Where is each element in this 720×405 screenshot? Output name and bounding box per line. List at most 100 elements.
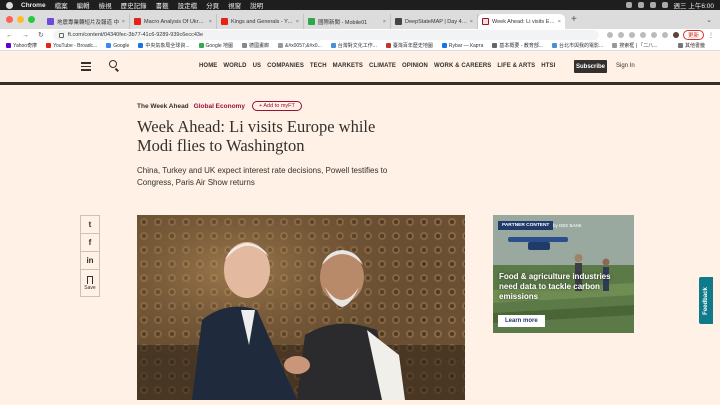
share-toolbar: t f in Save [80, 215, 100, 297]
facebook-share-icon[interactable]: f [81, 234, 99, 252]
nav-climate[interactable]: CLIMATE [369, 63, 396, 69]
google-lens-icon[interactable] [606, 32, 613, 38]
bookmark-favicon-icon [198, 43, 204, 48]
bookmark-item[interactable]: &#x0057;&#x0... [278, 43, 322, 49]
browser-tab[interactable]: 地震專業轉短片及報道 中 × [43, 14, 130, 29]
lock-icon[interactable] [58, 32, 64, 38]
chrome-update-button[interactable]: 更新 [682, 30, 704, 40]
menu-clock[interactable]: 週三 上午6:00 [674, 0, 714, 10]
nav-us[interactable]: US [253, 63, 262, 69]
bookmark-item[interactable]: 搜索框 | 「二八... [612, 42, 657, 49]
bookmark-favicon-icon [492, 43, 498, 48]
extension-icon[interactable] [639, 32, 646, 38]
reload-icon[interactable]: ↻ [38, 31, 44, 39]
puzzle-icon[interactable] [650, 32, 657, 38]
search-icon[interactable] [109, 60, 117, 68]
menu-tab[interactable]: 分頁 [206, 0, 219, 10]
browser-tab[interactable]: Kings and Generals - YouTube × [217, 14, 304, 29]
browser-tab-active[interactable]: Week Ahead: Li visits Europe w × [478, 14, 565, 29]
bookmark-favicon-icon [6, 43, 11, 48]
menu-profiles[interactable]: 設定檔 [178, 0, 198, 10]
battery-icon[interactable] [649, 2, 656, 8]
bookmark-item[interactable]: 臺灣百年歷史地圖 [385, 42, 433, 49]
learn-more-button[interactable]: Learn more [498, 315, 545, 327]
bookmark-item[interactable]: Yahoo奇摩 [6, 42, 37, 49]
address-bar[interactable]: ft.com/content/04340fec-3b77-41c6-9289-9… [52, 30, 599, 40]
browser-tab[interactable]: DeepStateMAP | Day 481 | Map × [391, 14, 478, 29]
tab-favicon-icon [395, 18, 402, 25]
back-arrow-icon[interactable]: ← [6, 32, 13, 39]
twitter-share-icon[interactable]: t [81, 216, 99, 234]
apple-icon[interactable] [6, 1, 13, 9]
menu-file[interactable]: 檔案 [55, 0, 68, 10]
feedback-tab[interactable]: Feedback [699, 277, 713, 324]
sidepanel-icon[interactable] [661, 32, 668, 38]
nav-tech[interactable]: TECH [310, 63, 327, 69]
nav-companies[interactable]: COMPANIES [267, 63, 304, 69]
new-tab-icon[interactable]: + [571, 14, 577, 25]
more-menu-icon[interactable]: ⋮ [708, 32, 714, 39]
linkedin-share-icon[interactable]: in [81, 252, 99, 270]
menu-edit[interactable]: 編輯 [77, 0, 90, 10]
tab-close-icon[interactable]: × [558, 19, 561, 25]
menu-help[interactable]: 說明 [250, 0, 263, 10]
menu-bookmarks[interactable]: 書籤 [156, 0, 169, 10]
tab-close-icon[interactable]: × [470, 19, 473, 25]
bookmark-item[interactable]: Rybar — Карта [441, 43, 483, 49]
sign-in-link[interactable]: Sign In [616, 63, 635, 69]
other-bookmarks[interactable]: 其他書籤 [677, 42, 705, 49]
bookmark-item[interactable]: 德國畫廊 [242, 42, 269, 49]
bookmark-item[interactable]: Google 地圖 [198, 42, 233, 49]
tab-close-icon[interactable]: × [383, 19, 386, 25]
close-window-button[interactable] [6, 16, 13, 23]
tab-search-chevron-icon[interactable]: ⌄ [706, 16, 712, 24]
menu-history[interactable]: 歷史記錄 [121, 0, 147, 10]
partner-content-ad[interactable]: PARTNER CONTENT by DBS BANK Food & agric… [493, 215, 634, 333]
bookmarks-bar: Yahoo奇摩 YouTube - Broadc... Google 中央氣象局… [0, 41, 720, 51]
browser-tab[interactable]: Macro Analysis Of Ukraine's Sit × [130, 14, 217, 29]
menu-view[interactable]: 檢視 [99, 0, 112, 10]
menu-window[interactable]: 視窗 [228, 0, 241, 10]
bookmark-item[interactable]: 台北市與我的電影... [552, 42, 603, 49]
menu-hamburger-icon[interactable] [81, 62, 91, 73]
nav-markets[interactable]: MARKETS [333, 63, 363, 69]
tab-close-icon[interactable]: × [209, 19, 212, 25]
search-spotlight-icon[interactable] [661, 2, 668, 8]
nav-life-arts[interactable]: LIFE & ARTS [497, 63, 535, 69]
share-icon[interactable] [617, 32, 624, 38]
nav-htsi[interactable]: HTSI [541, 63, 555, 69]
browser-tab[interactable]: 國際新聞 - Mobile01 × [304, 14, 391, 29]
bookmark-favicon-icon [138, 43, 144, 48]
bookmark-item[interactable]: Google [106, 43, 129, 49]
article-topic-link[interactable]: Global Economy [194, 103, 245, 110]
bookmark-star-icon[interactable] [628, 32, 635, 38]
bookmark-item[interactable]: 基本概要 - 教育部... [492, 42, 543, 49]
bookmark-item[interactable]: YouTube - Broadc... [46, 43, 97, 49]
add-to-myft-button[interactable]: + Add to myFT [251, 101, 302, 111]
profile-avatar-icon[interactable] [672, 32, 679, 38]
partner-ad-title[interactable]: Food & agriculture industries need data … [499, 272, 627, 302]
bookmark-item[interactable]: 中央氣象局全球資... [138, 42, 190, 49]
zoom-window-button[interactable] [28, 16, 35, 23]
nav-home[interactable]: HOME [199, 63, 217, 69]
nav-work-careers[interactable]: WORK & CAREERS [434, 63, 491, 69]
tab-close-icon[interactable]: × [122, 19, 125, 25]
tab-favicon-icon [134, 18, 141, 25]
nav-opinion[interactable]: OPINION [402, 63, 428, 69]
status-icon[interactable] [625, 2, 632, 8]
article-series-link[interactable]: The Week Ahead [137, 103, 189, 110]
bookmark-favicon-icon [278, 43, 284, 48]
subscribe-button[interactable]: Subscribe [574, 60, 607, 73]
feedback-label: Feedback [703, 286, 709, 315]
partner-content-badge: PARTNER CONTENT [498, 221, 554, 230]
save-article-button[interactable]: Save [81, 270, 99, 296]
menu-chrome[interactable]: Chrome [21, 2, 46, 9]
tab-close-icon[interactable]: × [296, 19, 299, 25]
bookmark-favicon-icon [106, 43, 112, 48]
bookmark-label: Yahoo奇摩 [13, 43, 38, 49]
nav-world[interactable]: WORLD [223, 63, 246, 69]
wifi-icon[interactable] [637, 2, 644, 8]
bookmark-item[interactable]: 台灣對文化工作... [330, 42, 377, 49]
minimize-window-button[interactable] [17, 16, 24, 23]
forward-arrow-icon[interactable]: → [22, 32, 29, 39]
